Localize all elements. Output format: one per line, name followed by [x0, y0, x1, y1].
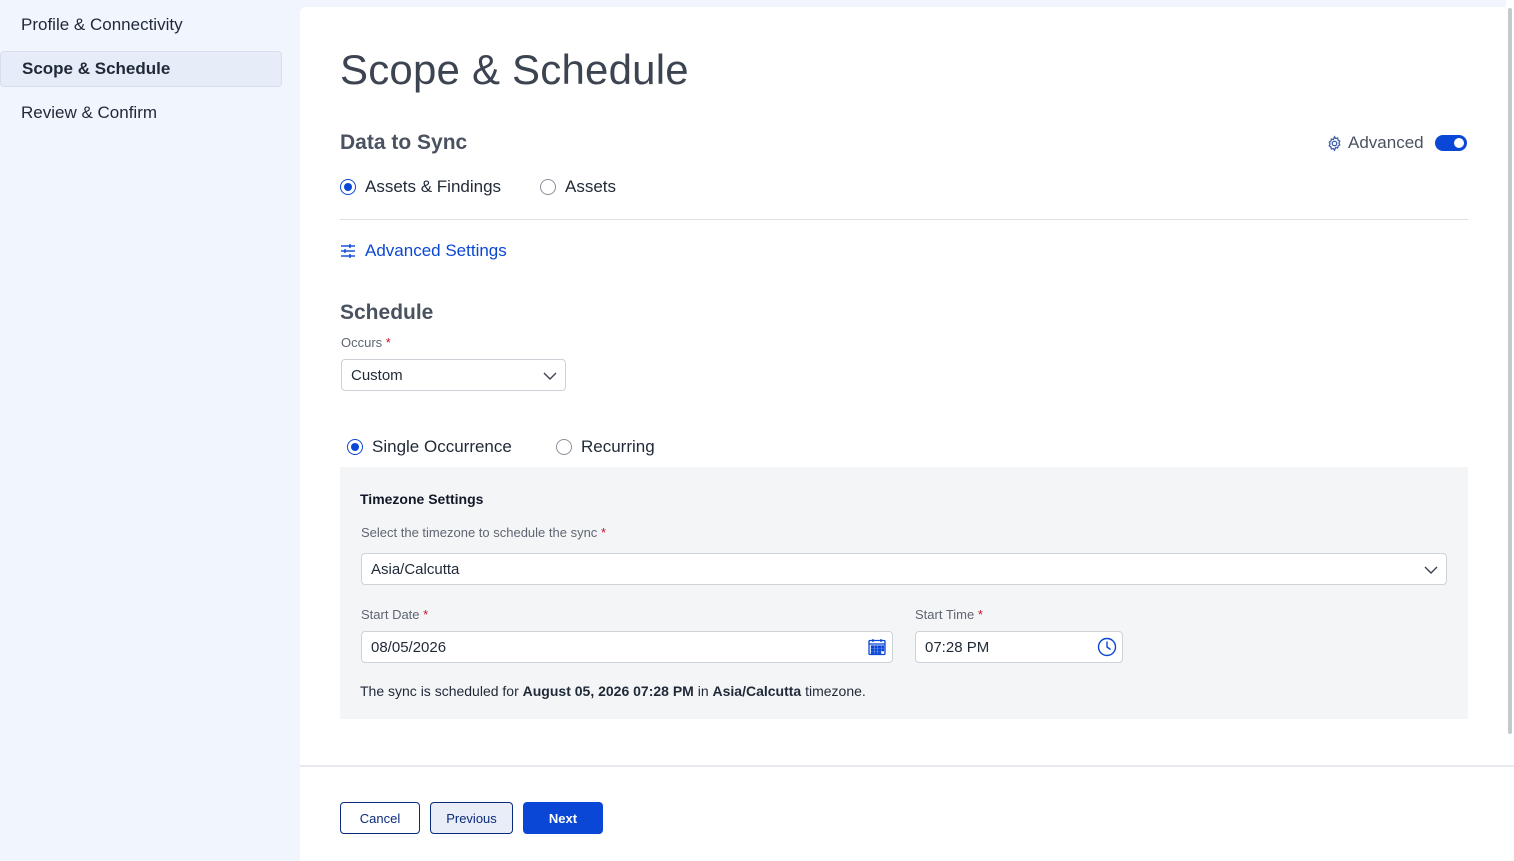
sidebar-item-label: Profile & Connectivity	[21, 15, 183, 34]
schedule-summary: The sync is scheduled for August 05, 202…	[360, 683, 866, 699]
sidebar-item-label: Review & Confirm	[21, 103, 158, 122]
radio-button-checked[interactable]	[347, 439, 363, 455]
timezone-select[interactable]: Asia/Calcutta	[361, 553, 1447, 585]
advanced-settings-label: Advanced Settings	[365, 241, 507, 260]
section-divider	[340, 219, 1468, 220]
occurs-label: Occurs *	[341, 335, 391, 350]
required-mark: *	[977, 607, 983, 622]
required-mark: *	[600, 525, 606, 540]
toggle-knob	[1453, 138, 1464, 148]
advanced-label: Advanced	[1348, 133, 1424, 152]
summary-suffix: timezone.	[805, 683, 866, 699]
gear-icon	[1326, 134, 1343, 152]
clock-icon[interactable]	[1097, 637, 1117, 657]
start-time-value: 07:28 PM	[925, 638, 990, 656]
radio-label: Single Occurrence	[372, 437, 512, 456]
start-date-label-text: Start Date	[361, 607, 420, 622]
data-to-sync-heading: Data to Sync	[340, 131, 468, 154]
required-mark: *	[423, 607, 429, 622]
radio-label: Assets	[565, 177, 617, 196]
start-date-input[interactable]: 08/05/2026	[361, 631, 893, 663]
radio-label: Recurring	[581, 437, 655, 456]
sliders-icon	[341, 244, 355, 258]
advanced-settings-link[interactable]: Advanced Settings	[340, 241, 507, 261]
radio-assets[interactable]: Assets	[540, 177, 616, 197]
chevron-down-icon	[543, 372, 557, 380]
calendar-icon[interactable]	[867, 637, 887, 657]
summary-timezone: Asia/Calcutta	[712, 683, 802, 699]
summary-prefix: The sync is scheduled for	[360, 683, 519, 699]
radio-button-checked[interactable]	[340, 179, 356, 195]
start-time-input[interactable]: 07:28 PM	[915, 631, 1123, 663]
radio-assets-findings[interactable]: Assets & Findings	[340, 177, 501, 197]
timezone-select-label: Select the timezone to schedule the sync…	[361, 525, 606, 540]
sidebar-item-label: Scope & Schedule	[22, 59, 171, 78]
start-time-label-text: Start Time	[915, 607, 975, 622]
radio-recurring[interactable]: Recurring	[556, 437, 655, 457]
cancel-button[interactable]: Cancel	[340, 802, 420, 834]
scrollbar-thumb[interactable]	[1508, 8, 1512, 734]
advanced-toggle[interactable]	[1434, 135, 1467, 151]
advanced-toggle-group: Advanced	[1326, 132, 1467, 154]
sidebar-item-review-confirm[interactable]: Review & Confirm	[0, 95, 282, 131]
wizard-sidebar: Profile & Connectivity Scope & Schedule …	[0, 0, 300, 861]
radio-button[interactable]	[556, 439, 572, 455]
start-time-label: Start Time *	[915, 607, 983, 622]
timezone-value: Asia/Calcutta	[371, 560, 460, 578]
timezone-settings-panel	[340, 467, 1468, 719]
previous-button[interactable]: Previous	[430, 802, 513, 834]
sidebar-item-profile-connectivity[interactable]: Profile & Connectivity	[0, 7, 282, 43]
timezone-select-label-text: Select the timezone to schedule the sync	[361, 525, 598, 540]
summary-in: in	[697, 683, 709, 699]
required-mark: *	[385, 335, 391, 350]
start-date-label: Start Date *	[361, 607, 428, 622]
schedule-heading: Schedule	[340, 301, 434, 324]
radio-button[interactable]	[540, 179, 556, 195]
chevron-down-icon	[1424, 566, 1438, 574]
page-title: Scope & Schedule	[340, 46, 689, 93]
occurs-value: Custom	[351, 366, 403, 384]
start-date-value: 08/05/2026	[371, 638, 447, 656]
summary-datetime: August 05, 2026 07:28 PM	[522, 683, 694, 699]
occurs-label-text: Occurs	[341, 335, 383, 350]
timezone-settings-heading: Timezone Settings	[360, 491, 484, 507]
sidebar-item-scope-schedule[interactable]: Scope & Schedule	[0, 51, 282, 87]
next-button[interactable]: Next	[523, 802, 603, 834]
occurs-select[interactable]: Custom	[341, 359, 566, 391]
radio-single-occurrence[interactable]: Single Occurrence	[347, 437, 512, 457]
radio-label: Assets & Findings	[365, 177, 502, 196]
